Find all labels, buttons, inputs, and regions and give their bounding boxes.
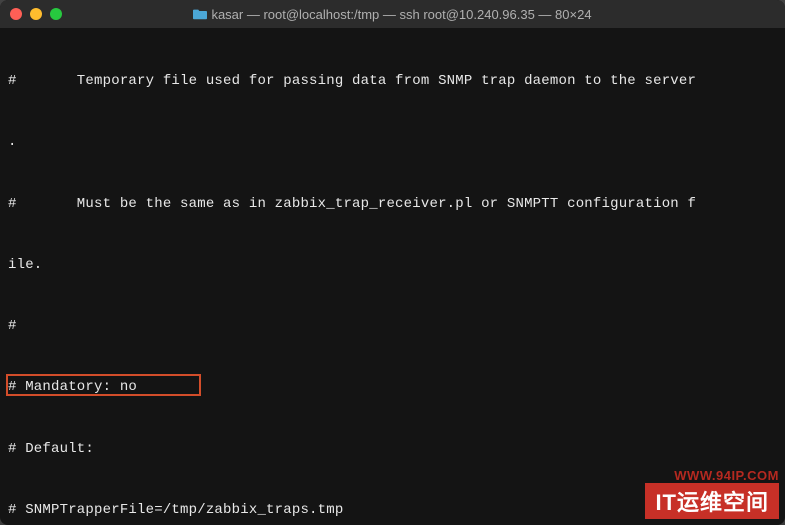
terminal-window: kasar — root@localhost:/tmp — ssh root@1…: [0, 0, 785, 525]
title-area: kasar — root@localhost:/tmp — ssh root@1…: [0, 7, 785, 22]
terminal-line: # Mandatory: no: [8, 377, 777, 397]
window-controls: [10, 8, 62, 20]
window-title: kasar — root@localhost:/tmp — ssh root@1…: [211, 7, 591, 22]
close-button[interactable]: [10, 8, 22, 20]
terminal-line: # Temporary file used for passing data f…: [8, 71, 777, 91]
title-bar[interactable]: kasar — root@localhost:/tmp — ssh root@1…: [0, 0, 785, 28]
watermark: WWW.94IP.COM IT运维空间: [645, 468, 779, 519]
maximize-button[interactable]: [50, 8, 62, 20]
watermark-label: IT运维空间: [645, 483, 779, 519]
terminal-body[interactable]: # Temporary file used for passing data f…: [0, 28, 785, 525]
terminal-line: #: [8, 316, 777, 336]
folder-icon: [193, 7, 207, 21]
terminal-line: # Must be the same as in zabbix_trap_rec…: [8, 194, 777, 214]
terminal-line: ile.: [8, 255, 777, 275]
watermark-url: WWW.94IP.COM: [674, 468, 779, 483]
terminal-line: .: [8, 132, 777, 152]
minimize-button[interactable]: [30, 8, 42, 20]
terminal-line: # Default:: [8, 439, 777, 459]
